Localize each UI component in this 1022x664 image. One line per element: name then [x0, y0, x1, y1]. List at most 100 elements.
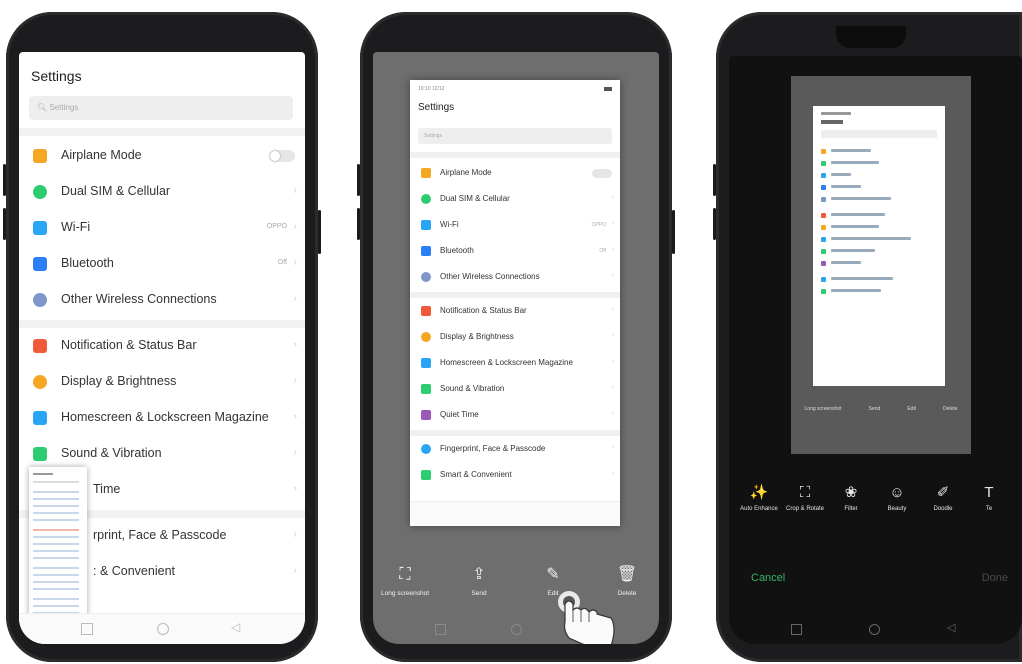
item-label: Bluetooth [440, 246, 474, 255]
homescreen-icon [33, 411, 47, 425]
magic-wand-icon: ✨ [749, 484, 769, 501]
globe-icon [33, 185, 47, 199]
item-value: Off [599, 248, 606, 254]
card-item: Homescreen & Lockscreen Magazine › [410, 350, 620, 376]
link-icon [33, 293, 47, 307]
phone-screenshot-preview: 10:10 12/12 Settings Settings Airplane M… [357, 12, 675, 662]
screenshot-thumbnail[interactable] [29, 467, 87, 635]
bell-icon [33, 339, 47, 353]
volume-button [3, 208, 6, 240]
chevron-right-icon: › [611, 384, 614, 391]
long-screenshot-button[interactable]: ⛶ Long screenshot [375, 566, 435, 597]
chevron-right-icon: › [293, 257, 297, 268]
card-item: Other Wireless Connections › [410, 264, 620, 290]
home-button[interactable] [869, 624, 880, 635]
item-value: OPPO [266, 223, 287, 230]
auto-enhance-button[interactable]: ✨ Auto Enhance [739, 484, 779, 513]
page-title: Settings [31, 68, 82, 84]
mini-toolbar-label: Send [868, 406, 881, 412]
item-label: Dual SIM & Cellular [61, 184, 171, 198]
cancel-button[interactable]: Cancel [751, 572, 785, 584]
chevron-right-icon: › [611, 332, 614, 339]
link-icon [421, 272, 431, 282]
settings-item-homescreen[interactable]: Homescreen & Lockscreen Magazine › [19, 400, 305, 436]
item-label: Bluetooth [61, 256, 114, 270]
card-item: Notification & Status Bar › [410, 298, 620, 324]
screenshot-card: 10:10 12/12 Settings Settings Airplane M… [410, 80, 620, 526]
back-button[interactable]: ◁ [231, 620, 240, 634]
tool-label: Send [471, 590, 487, 597]
home-button[interactable] [511, 624, 522, 635]
sound-icon [33, 447, 47, 461]
beauty-button[interactable]: ☺ Beauty [877, 484, 917, 513]
filter-button[interactable]: ❀ Filter [831, 484, 871, 513]
item-value: Off [277, 259, 287, 266]
chevron-right-icon: › [293, 565, 297, 576]
filter-icon: ❀ [844, 484, 858, 501]
volume-button [713, 164, 716, 196]
recent-apps-button[interactable] [791, 624, 802, 635]
done-button[interactable]: Done [982, 572, 1008, 584]
item-label: Other Wireless Connections [440, 272, 540, 281]
settings-item-wifi[interactable]: Wi-Fi OPPO › [19, 210, 305, 246]
card-item: Airplane Mode [410, 160, 620, 186]
airplane-icon [33, 149, 47, 163]
wifi-icon [421, 220, 431, 230]
search-input[interactable]: 🔍︎ Settings [29, 96, 293, 120]
recent-apps-button[interactable] [81, 623, 93, 635]
tool-label: Crop & Rotate [785, 506, 825, 512]
settings-item-display[interactable]: Display & Brightness › [19, 364, 305, 400]
mini-toolbar-label: Edit [907, 406, 916, 412]
mini-toolbar-label: Long screenshot [804, 406, 842, 412]
mini-toolbar: Long screenshot Send Edit Delete [791, 406, 971, 412]
card-item: Smart & Convenient › [410, 462, 620, 488]
send-button[interactable]: ⇪ Send [449, 566, 509, 597]
chevron-right-icon: › [293, 185, 297, 196]
chevron-right-icon: › [293, 483, 297, 494]
chevron-right-icon: › [611, 410, 614, 417]
text-button[interactable]: T Te [969, 484, 1009, 513]
doodle-button[interactable]: ✐ Doodle [923, 484, 963, 513]
page-title: Settings [418, 102, 455, 113]
power-button [672, 210, 675, 254]
chevron-right-icon: › [611, 470, 614, 477]
volume-button [3, 164, 6, 196]
volume-button [357, 208, 360, 240]
homescreen-icon [421, 358, 431, 368]
airplane-toggle[interactable] [269, 150, 295, 162]
tool-label: Filter [844, 506, 858, 512]
item-label: Notification & Status Bar [61, 338, 197, 352]
settings-item-airplane[interactable]: Airplane Mode [19, 138, 305, 174]
chevron-right-icon: › [293, 529, 297, 540]
chevron-right-icon: › [611, 272, 614, 279]
chevron-right-icon: › [611, 246, 614, 253]
search-icon: 🔍︎ [37, 103, 50, 112]
recent-apps-button[interactable] [435, 624, 446, 635]
item-label: Airplane Mode [61, 148, 142, 162]
crop-rotate-button[interactable]: ⛶ Crop & Rotate [785, 484, 825, 513]
trash-icon: 🗑 [616, 566, 638, 583]
chevron-right-icon: › [293, 411, 297, 422]
phone-edit-screenshot: Long screenshot Send Edit Delete ✨ Auto E… [713, 12, 1022, 662]
chevron-right-icon: › [611, 358, 614, 365]
screenshot-preview-screen: 10:10 12/12 Settings Settings Airplane M… [373, 52, 659, 644]
airplane-icon [421, 168, 431, 178]
volume-button [357, 164, 360, 196]
tool-label: Doodle [933, 506, 953, 512]
volume-button [713, 208, 716, 240]
search-input: Settings [418, 128, 612, 144]
bluetooth-icon [421, 246, 431, 256]
settings-item-bluetooth[interactable]: Bluetooth Off › [19, 246, 305, 282]
star-icon [421, 470, 431, 480]
navigation-bar: ◁ [729, 616, 1022, 644]
back-button[interactable]: ◁ [947, 621, 955, 634]
item-value: OPPO [591, 222, 606, 228]
settings-item-notification[interactable]: Notification & Status Bar › [19, 328, 305, 364]
home-button[interactable] [157, 623, 169, 635]
card-item: Quiet Time › [410, 402, 620, 428]
item-label: Other Wireless Connections [61, 292, 217, 306]
settings-item-dual-sim[interactable]: Dual SIM & Cellular › [19, 174, 305, 210]
brightness-icon [421, 332, 431, 342]
settings-item-other-wireless[interactable]: Other Wireless Connections › [19, 282, 305, 318]
mini-toolbar-label: Delete [943, 406, 958, 412]
